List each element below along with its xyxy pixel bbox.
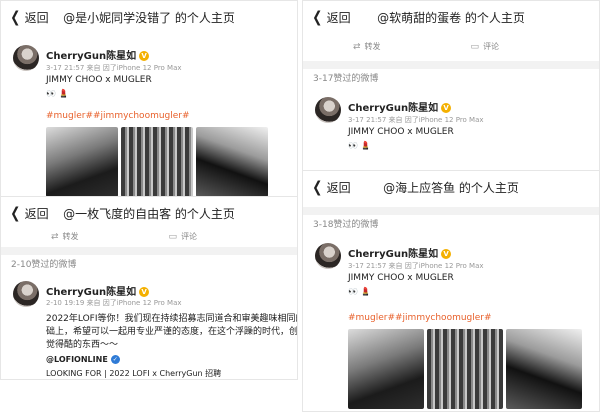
post-text-line: 觉得酷的东西～～ <box>46 340 119 350</box>
verified-badge-icon: ✓ <box>110 355 120 364</box>
profile-panel-a: ❮ 返回 @是小妮同学没错了 的个人主页 CherryGun陈星如 V 3-17 … <box>0 0 298 200</box>
author-name[interactable]: CherryGun陈星如 V <box>348 99 452 114</box>
author-name[interactable]: CherryGun陈星如 V <box>46 283 150 298</box>
photo-grid <box>46 127 268 197</box>
page-title: @一枚飞度的自由客 的个人主页 <box>63 206 235 221</box>
profile-panel-d: ❮ 返回 @海上应答鱼 的个人主页 3-18赞过的微博 CherryGun陈星如… <box>302 170 600 412</box>
author-name[interactable]: CherryGun陈星如 V <box>348 245 452 260</box>
verified-badge-icon: V <box>139 287 150 297</box>
post-photo[interactable] <box>427 329 503 409</box>
mention-link[interactable]: @LOFIONLINE ✓ <box>46 355 120 364</box>
page-title: @软萌甜的蛋卷 的个人主页 <box>377 10 525 25</box>
page-title: @海上应答鱼 的个人主页 <box>383 180 519 195</box>
post-meta: 2-10 19:19 来自 因了iPhone 12 Pro Max <box>46 299 182 307</box>
post-text-line: 2022年LOFI等你！我们现在持续招募志同道合和审美趣味相同的新血液，在 <box>46 314 297 324</box>
post-text: JIMMY CHOO x MUGLER <box>348 273 454 283</box>
post-photo[interactable] <box>46 127 118 197</box>
verified-badge-icon: V <box>139 51 150 61</box>
post-photo[interactable] <box>196 127 268 197</box>
post-emoji: 👀 💄 <box>348 287 371 296</box>
post-meta: 3-17 21:57 来自 因了iPhone 12 Pro Max <box>348 262 484 270</box>
post-text-line: 础上，希望可以一起用专业严谨的态度，在这个浮躁的时代，创作出在多年 <box>46 327 298 337</box>
separator <box>1 247 297 255</box>
header: ❮ 返回 @一枚飞度的自由客 的个人主页 <box>1 197 297 229</box>
avatar[interactable] <box>13 45 39 71</box>
action-bar: ⇄ 转发 ▭ 评论 <box>51 231 197 242</box>
photo-grid <box>348 329 582 409</box>
verified-badge-icon: V <box>441 249 452 259</box>
post-photo[interactable] <box>506 329 582 409</box>
profile-panel-b: ❮ 返回 @软萌甜的蛋卷 的个人主页 ⇄ 转发 ▭ 评论 3-17赞过的微博 C… <box>302 0 600 180</box>
avatar[interactable] <box>315 243 341 269</box>
liked-date-hint: 3-17赞过的微博 <box>313 74 379 84</box>
repost-button[interactable]: ⇄ 转发 <box>353 41 381 52</box>
repost-icon: ⇄ <box>353 41 361 52</box>
post-meta: 3-17 21:57 来自 因了iPhone 12 Pro Max <box>46 64 182 72</box>
header: ❮ 返回 @海上应答鱼 的个人主页 <box>303 171 599 203</box>
post-photo[interactable] <box>348 329 424 409</box>
comment-button[interactable]: ▭ 评论 <box>471 41 500 52</box>
post-emoji: 👀 💄 <box>46 89 69 98</box>
repost-icon: ⇄ <box>51 231 59 242</box>
post-text: JIMMY CHOO x MUGLER <box>46 75 152 85</box>
page-title: @是小妮同学没错了 的个人主页 <box>63 10 235 25</box>
avatar[interactable] <box>315 97 341 123</box>
verified-badge-icon: V <box>441 103 452 113</box>
separator <box>303 207 599 215</box>
profile-panel-c: ❮ 返回 @一枚飞度的自由客 的个人主页 ⇄ 转发 ▭ 评论 2-10赞过的微博… <box>0 196 298 380</box>
avatar[interactable] <box>13 281 39 307</box>
header: ❮ 返回 @是小妮同学没错了 的个人主页 <box>1 1 297 33</box>
repost-button[interactable]: ⇄ 转发 <box>51 231 79 242</box>
post-meta: 3-17 21:57 来自 因了iPhone 12 Pro Max <box>348 116 484 124</box>
action-bar: ⇄ 转发 ▭ 评论 <box>353 41 499 52</box>
post-text: JIMMY CHOO x MUGLER <box>348 127 454 137</box>
liked-date-hint: 3-18赞过的微博 <box>313 220 379 230</box>
comment-button[interactable]: ▭ 评论 <box>169 231 198 242</box>
separator <box>303 61 599 69</box>
topic-tags[interactable]: #mugler##jimmychoomugler# <box>46 111 190 121</box>
liked-date-hint: 2-10赞过的微博 <box>11 260 77 270</box>
comment-icon: ▭ <box>168 231 178 242</box>
author-name[interactable]: CherryGun陈星如 V <box>46 47 150 62</box>
post-photo[interactable] <box>121 127 193 197</box>
header: ❮ 返回 @软萌甜的蛋卷 的个人主页 <box>303 1 599 33</box>
post-emoji: 👀 💄 <box>348 141 371 150</box>
link-card-title[interactable]: LOOKING FOR | 2022 LOFI x CherryGun 招聘 <box>46 368 221 379</box>
topic-tags[interactable]: #mugler##jimmychoomugler# <box>348 313 492 323</box>
comment-icon: ▭ <box>470 41 480 52</box>
